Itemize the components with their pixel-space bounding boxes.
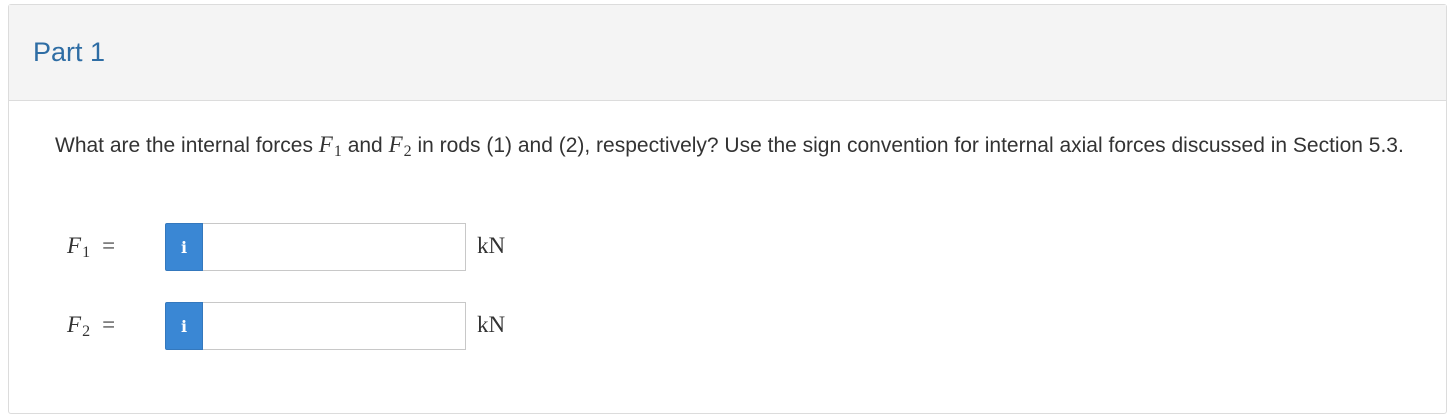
question-text-2: and	[341, 134, 389, 157]
unit-label-f1: kN	[477, 233, 506, 258]
answer-label-f2: F2 =	[67, 312, 115, 341]
force-symbol-1: F1	[318, 132, 342, 160]
force-symbol-1-subscript: 1	[333, 143, 342, 160]
part-title: Part 1	[33, 37, 106, 67]
part-header: Part 1	[9, 5, 1446, 101]
force-symbol-2-letter: F	[388, 132, 403, 157]
force-symbol-2-subscript: 2	[403, 143, 412, 160]
question-text-3: in rods (1) and (2), respectively? Use t…	[411, 134, 1404, 157]
question-panel: Part 1 What are the internal forces F1 a…	[8, 4, 1447, 414]
force-symbol-1-letter: F	[318, 132, 333, 157]
question-text: What are the internal forces F1 and F2 i…	[55, 129, 1415, 168]
answer-symbol-f1-subscript: 1	[82, 244, 91, 261]
info-icon: i	[180, 316, 188, 336]
force-symbol-2: F2	[388, 132, 412, 160]
equals-sign: =	[102, 233, 116, 258]
equals-sign: =	[102, 312, 116, 337]
answer-symbol-f2-subscript: 2	[82, 323, 91, 340]
answer-input-f2[interactable]	[203, 302, 466, 350]
info-button-f1[interactable]: i	[165, 223, 203, 271]
question-text-1: What are the internal forces	[55, 134, 319, 157]
info-button-f2[interactable]: i	[165, 302, 203, 350]
answer-row-f2: F2 = i kN	[9, 302, 709, 352]
answer-symbol-f2: F2	[67, 312, 91, 340]
answer-row-f1: F1 = i kN	[9, 223, 709, 273]
answer-label-f1: F1 =	[67, 233, 115, 262]
answer-symbol-f2-letter: F	[67, 312, 82, 337]
answer-input-f1[interactable]	[203, 223, 466, 271]
answer-symbol-f1-letter: F	[67, 233, 82, 258]
answer-symbol-f1: F1	[67, 233, 91, 261]
unit-label-f2: kN	[477, 312, 506, 337]
info-icon: i	[180, 237, 188, 257]
